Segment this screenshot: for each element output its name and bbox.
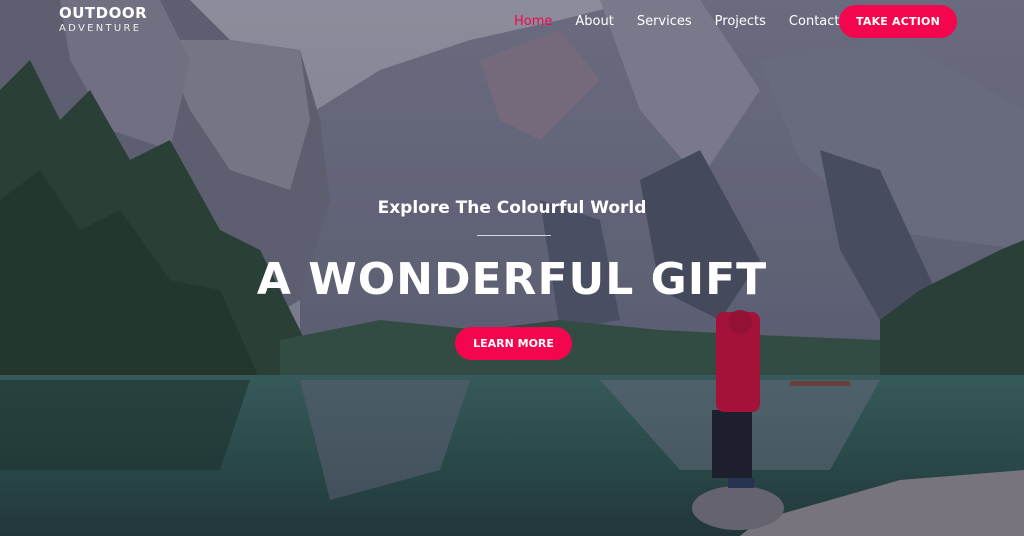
- learn-more-button[interactable]: LEARN MORE: [455, 327, 572, 360]
- nav-item-contact[interactable]: Contact: [789, 14, 840, 30]
- hero-headline: A WONDERFUL GIFT: [256, 254, 768, 305]
- logo-title: OUTDOOR: [59, 4, 148, 22]
- nav-item-home[interactable]: Home: [514, 14, 552, 30]
- nav-item-services[interactable]: Services: [637, 14, 692, 30]
- nav-item-about[interactable]: About: [575, 14, 613, 30]
- logo[interactable]: OUTDOOR ADVENTURE: [59, 6, 147, 34]
- take-action-button[interactable]: TAKE ACTION: [839, 5, 957, 38]
- logo-tagline: ADVENTURE: [59, 23, 142, 34]
- hero-section: OUTDOOR ADVENTURE Home About Services Pr…: [0, 0, 1024, 536]
- main-nav: Home About Services Projects Contact: [514, 14, 863, 30]
- hero-subtitle: Explore The Colourful World: [377, 198, 647, 218]
- hero-divider: [477, 235, 551, 236]
- nav-item-projects[interactable]: Projects: [715, 14, 766, 30]
